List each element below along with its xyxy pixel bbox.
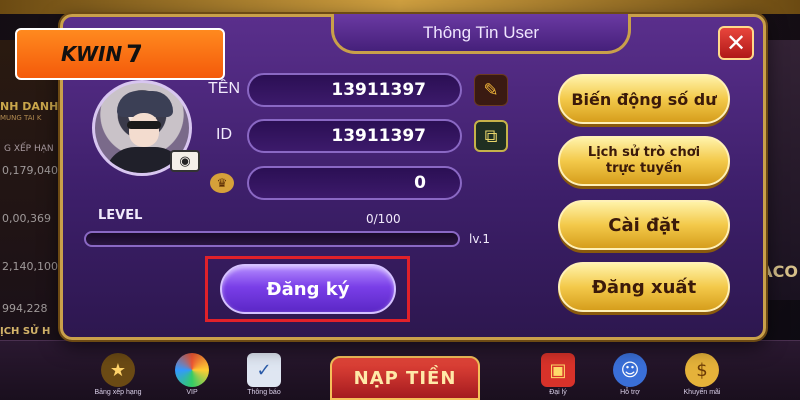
nav-vip[interactable]: VIP bbox=[162, 353, 222, 396]
bg-leaderboard-title: NH DANH bbox=[0, 100, 59, 113]
deposit-button[interactable]: NẠP TIỀN bbox=[330, 356, 480, 400]
nav-leaderboard[interactable]: ★ Bảng xếp hạng bbox=[88, 353, 148, 396]
level-progress-bar bbox=[84, 231, 460, 247]
trophy-icon: ★ bbox=[101, 353, 135, 387]
logout-button[interactable]: Đăng xuất bbox=[558, 262, 730, 312]
register-button[interactable]: Đăng ký bbox=[220, 264, 396, 314]
level-progress: 0/100 bbox=[366, 212, 401, 226]
bg-number: 0,00,369 bbox=[2, 212, 51, 225]
dialog-title: Thông Tin User bbox=[422, 22, 540, 42]
close-icon: ✕ bbox=[725, 29, 747, 57]
bg-number: 0,179,040 bbox=[2, 164, 58, 177]
nav-promo[interactable]: $ Khuyến mãi bbox=[672, 353, 732, 396]
nav-label: VIP bbox=[186, 389, 198, 396]
close-button[interactable]: ✕ bbox=[718, 26, 754, 60]
support-icon: ☺ bbox=[613, 353, 647, 387]
name-field: 13911397 bbox=[247, 73, 462, 107]
bg-history-label: ỊCH SỬ H bbox=[0, 326, 51, 337]
nav-agent[interactable]: ▣ Đại lý bbox=[528, 353, 588, 396]
copy-icon[interactable]: ⧉ bbox=[474, 120, 508, 152]
nav-support[interactable]: ☺ Hỗ trợ bbox=[600, 353, 660, 396]
logo-text: KWIN bbox=[61, 42, 123, 66]
name-label: TÊN bbox=[208, 80, 240, 97]
coin-icon: $ bbox=[685, 353, 719, 387]
camera-icon[interactable]: ◉ bbox=[170, 150, 200, 172]
kwin-logo: KWIN 7 bbox=[15, 28, 225, 80]
settings-button[interactable]: Cài đặt bbox=[558, 200, 730, 250]
nav-label: Bảng xếp hạng bbox=[94, 389, 142, 396]
avatar-glasses bbox=[127, 121, 161, 129]
nav-label: Khuyến mãi bbox=[683, 389, 721, 396]
level-value: lv.1 bbox=[469, 232, 490, 246]
bg-number: 2,140,100 bbox=[2, 260, 58, 273]
balance-field: 0 bbox=[247, 166, 462, 200]
bg-leaderboard-sub: MUNG TAI K bbox=[0, 114, 42, 122]
gift-icon: ▣ bbox=[541, 353, 575, 387]
dialog-title-tab: Thông Tin User bbox=[331, 14, 631, 54]
id-label: ID bbox=[216, 126, 232, 143]
nav-label: Đại lý bbox=[549, 389, 567, 396]
avatar-face bbox=[129, 113, 159, 147]
nav-label: Hỗ trợ bbox=[620, 389, 640, 396]
level-label: LEVEL bbox=[98, 208, 143, 223]
nav-label: Thông báo bbox=[247, 389, 281, 396]
notice-icon: ✓ bbox=[247, 353, 281, 387]
top-glow bbox=[0, 0, 800, 14]
balance-history-button[interactable]: Biến động số dư bbox=[558, 74, 730, 124]
logo-mark: 7 bbox=[126, 40, 143, 68]
edit-icon[interactable]: ✎ bbox=[474, 74, 508, 106]
wheel-icon bbox=[175, 353, 209, 387]
nav-notice[interactable]: ✓ Thông báo bbox=[234, 353, 294, 396]
bg-number: 994,228 bbox=[2, 302, 48, 315]
game-history-button[interactable]: Lịch sử trò chơi trực tuyến bbox=[558, 136, 730, 186]
bg-leaderboard-rank: G XẾP HẠN bbox=[4, 144, 54, 154]
crown-icon: ♛ bbox=[210, 173, 234, 193]
id-field: 13911397 bbox=[247, 119, 462, 153]
